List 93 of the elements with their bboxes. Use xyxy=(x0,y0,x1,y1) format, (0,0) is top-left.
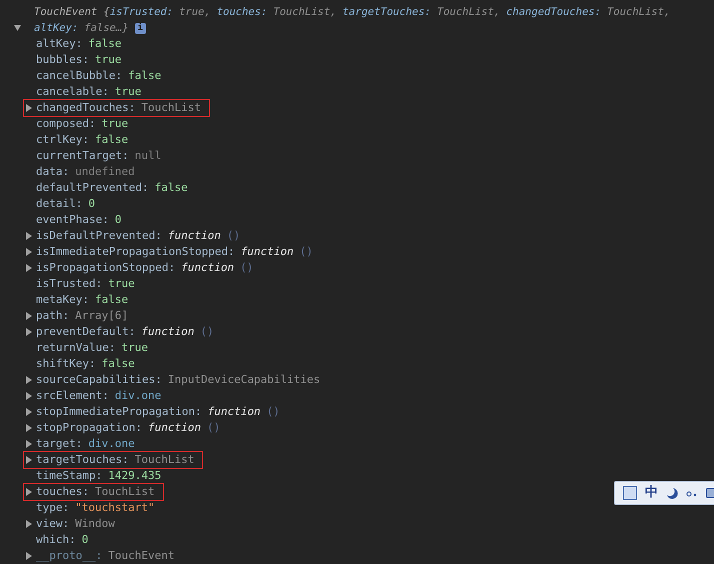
property-value: TouchList xyxy=(134,452,194,468)
property-value: Array[6] xyxy=(75,308,128,324)
preview-key: isTrusted: xyxy=(110,6,174,18)
collapsed-triangle-icon[interactable] xyxy=(26,520,33,528)
object-class-name[interactable]: TouchEvent { xyxy=(34,6,110,18)
property-value: false xyxy=(94,132,128,148)
property-key: view: xyxy=(36,516,70,532)
property-key: sourceCapabilities: xyxy=(36,372,162,388)
property-key: touches: xyxy=(36,484,89,500)
property-value: 0 xyxy=(114,212,122,228)
collapsed-triangle-icon[interactable] xyxy=(26,104,33,112)
preview-value: TouchList, xyxy=(607,6,670,18)
property-value: 0 xyxy=(88,196,95,212)
collapsed-triangle-icon[interactable] xyxy=(26,552,33,560)
property-key: detail: xyxy=(36,196,82,212)
property-value: TouchEvent xyxy=(108,548,174,564)
function-parens: () xyxy=(300,244,313,260)
property-key: altKey: xyxy=(36,36,82,52)
property-key: shiftKey: xyxy=(36,356,96,372)
property-value: function xyxy=(181,260,234,276)
property-value: true xyxy=(102,116,128,132)
property-key: preventDefault: xyxy=(36,324,136,340)
property-key: stopPropagation: xyxy=(36,420,142,436)
property-key: composed: xyxy=(36,116,96,132)
property-key: targetTouches: xyxy=(36,452,129,468)
property-value: null xyxy=(134,148,162,164)
input-mode-toggle[interactable]: 中 xyxy=(645,485,658,501)
property-value: 0 xyxy=(82,532,88,548)
expanded-triangle-icon[interactable] xyxy=(14,24,21,32)
property-key: target: xyxy=(36,436,82,452)
property-key: isImmediatePropagationStopped: xyxy=(36,244,235,260)
property-value: function xyxy=(148,420,201,436)
property-value: div.one xyxy=(88,436,135,452)
info-badge[interactable]: i xyxy=(134,22,146,34)
preview-value: TouchList, xyxy=(437,6,500,18)
property-value: Window xyxy=(75,516,115,532)
moon-icon[interactable] xyxy=(666,487,678,499)
property-value: function xyxy=(141,324,194,340)
property-key: cancelable: xyxy=(36,84,109,100)
property-value: true xyxy=(114,84,142,100)
property-value: false xyxy=(94,292,128,308)
function-parens: () xyxy=(200,324,214,340)
property-key: defaultPrevented: xyxy=(36,180,149,196)
property-key: eventPhase: xyxy=(36,212,109,228)
preview-key: touches: xyxy=(216,6,268,18)
property-key: path: xyxy=(36,308,70,324)
property-value: function xyxy=(168,228,221,244)
preview-value: TouchList, xyxy=(273,6,336,18)
property-value: function xyxy=(240,244,294,260)
property-value: 1429.435 xyxy=(108,468,162,484)
property-value: function xyxy=(208,404,261,420)
function-parens: () xyxy=(206,420,220,436)
function-parens: () xyxy=(226,228,240,244)
property-value: true xyxy=(94,52,122,68)
property-key: changedTouches: xyxy=(36,100,136,116)
collapsed-triangle-icon[interactable] xyxy=(26,488,33,496)
property-key: metaKey: xyxy=(36,292,89,308)
property-value: false xyxy=(102,356,135,372)
property-value: false xyxy=(88,36,122,52)
property-key: ctrlKey: xyxy=(36,132,89,148)
preview-key: altKey: xyxy=(34,22,78,34)
property-value: TouchList xyxy=(141,100,201,116)
property-key: data: xyxy=(36,164,70,180)
property-value: true xyxy=(121,340,148,356)
property-value: div.one xyxy=(114,388,162,404)
property-key: currentTarget: xyxy=(36,148,129,164)
ime-logo-icon[interactable] xyxy=(623,486,637,500)
property-key: timeStamp: xyxy=(36,468,102,484)
property-value: false xyxy=(154,180,188,196)
preview-key: changedTouches: xyxy=(506,6,602,18)
property-value: false xyxy=(128,68,162,84)
property-key: stopImmediatePropagation: xyxy=(36,404,202,420)
preview-value: false…} xyxy=(84,22,129,34)
preview-value: true, xyxy=(179,6,211,18)
function-parens: () xyxy=(240,260,254,276)
property-value: InputDeviceCapabilities xyxy=(168,372,320,388)
property-key: srcElement: xyxy=(36,388,109,404)
property-key: type: xyxy=(36,500,70,516)
property-key: bubbles: xyxy=(36,52,89,68)
property-value: TouchList xyxy=(94,484,155,500)
preview-key: targetTouches: xyxy=(342,6,431,18)
property-value: true xyxy=(108,276,135,292)
property-key: which: xyxy=(36,532,76,548)
property-key: isPropagationStopped: xyxy=(36,260,176,276)
property-key: isDefaultPrevented: xyxy=(36,228,162,244)
property-key: cancelBubble: xyxy=(36,68,122,84)
property-value: "touchstart" xyxy=(75,500,155,516)
property-key: returnValue: xyxy=(36,340,116,356)
property-key: __proto__: xyxy=(36,548,102,564)
punctuation-icon[interactable] xyxy=(686,489,698,497)
function-parens: () xyxy=(266,404,280,420)
property-key: isTrusted: xyxy=(36,276,102,292)
property-value: undefined xyxy=(75,164,135,180)
